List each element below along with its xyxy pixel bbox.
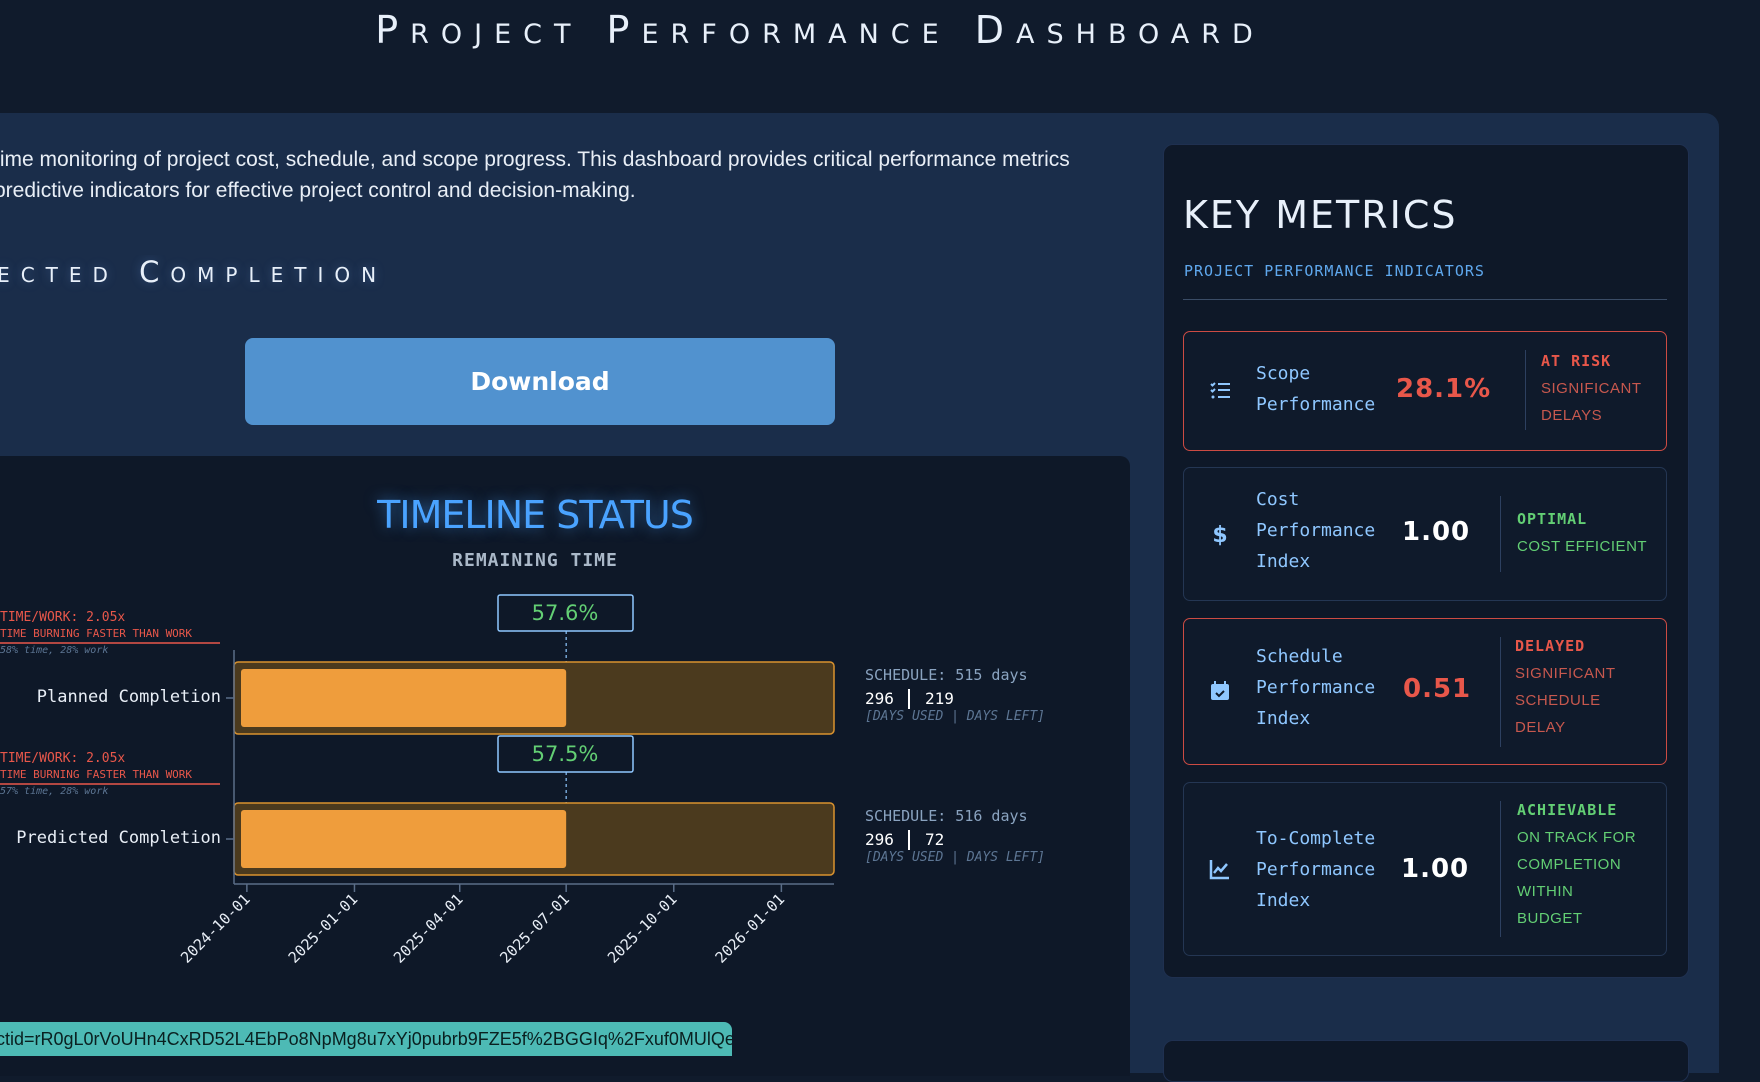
checklist-icon bbox=[1210, 382, 1230, 399]
metric-value: 1.00 bbox=[1401, 854, 1470, 884]
burn-warning: TIME BURNING FASTER THAN WORK bbox=[0, 768, 192, 781]
metric-status: ACHIEVABLE ON TRACK FOR COMPLETION WITHI… bbox=[1517, 797, 1642, 932]
card-separator bbox=[1525, 350, 1526, 430]
timeline-chart: TIME/WORK: 2.05x TIME BURNING FASTER THAN… bbox=[0, 594, 1045, 967]
time-work-ratio: TIME/WORK: 2.05x bbox=[0, 610, 125, 625]
section-heading: Expected Completion bbox=[0, 255, 388, 289]
svg-text:$: $ bbox=[1212, 523, 1227, 546]
metric-status: DELAYED SIGNIFICANT SCHEDULE DELAY bbox=[1515, 633, 1635, 741]
days-used: 296 bbox=[865, 830, 894, 849]
metric-label: Cost Performance Index bbox=[1256, 489, 1376, 572]
intro-line-2: predictive indicators for effective proj… bbox=[0, 179, 636, 202]
secondary-panel bbox=[1163, 1040, 1689, 1082]
percent-label: 57.5% bbox=[532, 742, 599, 766]
card-separator bbox=[1500, 801, 1501, 937]
intro-text: time monitoring of project cost, schedul… bbox=[0, 144, 1125, 206]
x-tick-label: 2025-07-01 bbox=[496, 890, 573, 967]
row-label: Predicted Completion bbox=[16, 828, 221, 848]
download-button[interactable]: Download bbox=[245, 338, 835, 425]
divider bbox=[1183, 299, 1667, 300]
metric-card-scope[interactable]: Scope Performance 28.1% AT RISK SIGNIFIC… bbox=[1183, 331, 1667, 451]
row-label: Planned Completion bbox=[37, 687, 221, 707]
metric-label: Scope Performance bbox=[1256, 363, 1376, 415]
schedule-text: SCHEDULE: 516 days bbox=[865, 807, 1028, 825]
key-metrics-subtitle: PROJECT PERFORMANCE INDICATORS bbox=[1184, 262, 1485, 280]
x-tick-label: 2025-04-01 bbox=[390, 890, 467, 967]
metric-status: OPTIMAL COST EFFICIENT bbox=[1517, 506, 1657, 560]
metric-label: To-Complete Performance Index bbox=[1256, 828, 1376, 911]
metric-status-label: DELAYED bbox=[1515, 637, 1586, 655]
calendar-icon bbox=[1211, 681, 1229, 700]
time-work-detail: 57% time, 28% work bbox=[0, 786, 108, 797]
card-separator bbox=[1500, 496, 1501, 572]
intro-line-1: time monitoring of project cost, schedul… bbox=[0, 148, 1070, 171]
days-left: 219 bbox=[925, 689, 954, 708]
card-separator bbox=[1500, 637, 1501, 747]
bar-elapsed bbox=[241, 810, 567, 868]
percent-label: 57.6% bbox=[532, 601, 599, 625]
x-tick-label: 2026-01-01 bbox=[712, 890, 789, 967]
days-used: 296 bbox=[865, 689, 894, 708]
schedule-text: SCHEDULE: 515 days bbox=[865, 666, 1028, 684]
chart-title: TIMELINE STATUS bbox=[377, 493, 694, 537]
burn-warning: TIME BURNING FASTER THAN WORK bbox=[0, 627, 192, 640]
time-work-detail: 58% time, 28% work bbox=[0, 645, 108, 656]
metric-card-cpi[interactable]: $ Cost Performance Index 1.00 OPTIMAL CO… bbox=[1183, 467, 1667, 601]
days-legend: [DAYS USED | DAYS LEFT] bbox=[865, 709, 1045, 724]
x-tick-label: 2024-10-01 bbox=[177, 890, 254, 967]
key-metrics-title: KEY METRICS bbox=[1183, 193, 1458, 237]
metric-status-note: SIGNIFICANT SCHEDULE DELAY bbox=[1515, 665, 1616, 736]
metric-card-tcpi[interactable]: To-Complete Performance Index 1.00 ACHIE… bbox=[1183, 782, 1667, 956]
metric-label: Schedule Performance Index bbox=[1256, 646, 1376, 729]
bar-elapsed bbox=[241, 669, 567, 727]
metric-card-spi[interactable]: Schedule Performance Index 0.51 DELAYED … bbox=[1183, 618, 1667, 765]
days-left: 72 bbox=[925, 830, 944, 849]
time-work-ratio: TIME/WORK: 2.05x bbox=[0, 751, 125, 766]
page-title: Project Performance Dashboard bbox=[375, 8, 1265, 52]
metric-status-label: AT RISK bbox=[1541, 352, 1612, 370]
metric-value: 1.00 bbox=[1402, 517, 1471, 547]
metric-value: 0.51 bbox=[1403, 674, 1472, 704]
url-text: ctid=rR0gL0rVoUHn4CxRD52L4EbPo8NpMg8u7xY… bbox=[0, 1029, 732, 1049]
metric-status-label: ACHIEVABLE bbox=[1517, 801, 1618, 819]
x-tick-label: 2025-01-01 bbox=[285, 890, 362, 967]
metric-status-note: COST EFFICIENT bbox=[1517, 538, 1648, 555]
metric-status-note: SIGNIFICANT DELAYS bbox=[1541, 380, 1642, 424]
metric-value: 28.1% bbox=[1396, 374, 1492, 404]
trend-chart-icon bbox=[1209, 860, 1229, 880]
metric-status: AT RISK SIGNIFICANT DELAYS bbox=[1541, 348, 1656, 429]
x-tick-label: 2025-10-01 bbox=[604, 890, 681, 967]
dollar-icon: $ bbox=[1212, 523, 1227, 546]
chart-subtitle: REMAINING TIME bbox=[452, 550, 618, 571]
metric-status-note: ON TRACK FOR COMPLETION WITHIN BUDGET bbox=[1517, 829, 1637, 927]
metric-status-label: OPTIMAL bbox=[1517, 510, 1588, 528]
days-legend: [DAYS USED | DAYS LEFT] bbox=[865, 850, 1045, 865]
